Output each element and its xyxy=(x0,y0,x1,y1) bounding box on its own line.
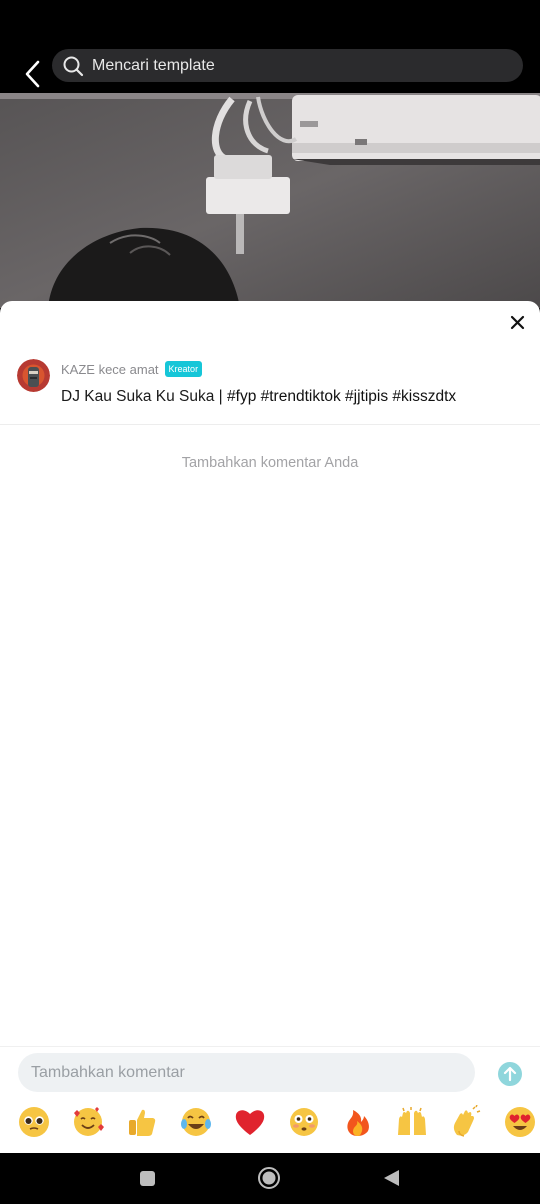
comment-hashtags[interactable]: #fyp #trendtiktok #jjtipis #kisszdtx xyxy=(227,388,456,405)
comment-text: DJ Kau Suka Ku Suka | #fyp #trendtiktok … xyxy=(61,388,456,406)
back-arrow-icon[interactable] xyxy=(18,58,48,90)
empty-comments-hint: Tambahkan komentar Anda xyxy=(181,455,359,471)
creator-badge: Kreator xyxy=(164,361,203,377)
video-preview[interactable] xyxy=(0,93,540,308)
comment-item: KAZE kece amat Kreator DJ Kau Suka Ku Su… xyxy=(0,359,540,425)
fire-emoji[interactable] xyxy=(341,1105,375,1139)
search-bar[interactable]: Mencari template xyxy=(52,49,523,82)
recent-apps-icon[interactable] xyxy=(134,1165,160,1191)
top-bar: Mencari template xyxy=(0,0,540,93)
send-arrow-icon[interactable] xyxy=(498,1062,522,1086)
smiling-face-with-hearts-emoji[interactable] xyxy=(71,1105,105,1139)
red-heart-emoji[interactable] xyxy=(233,1105,267,1139)
back-icon[interactable] xyxy=(378,1165,404,1191)
comments-sheet: KAZE kece amat Kreator DJ Kau Suka Ku Su… xyxy=(0,301,540,1153)
heart-eyes-emoji[interactable] xyxy=(503,1105,537,1139)
search-placeholder: Mencari template xyxy=(92,56,215,74)
home-icon[interactable] xyxy=(256,1165,282,1191)
raising-hands-emoji[interactable] xyxy=(395,1105,429,1139)
avatar[interactable] xyxy=(17,359,50,392)
author-row: KAZE kece amat Kreator xyxy=(61,361,203,377)
tears-of-joy-emoji[interactable] xyxy=(179,1105,213,1139)
emoji-bar xyxy=(0,1104,540,1145)
author-name[interactable]: KAZE kece amat xyxy=(61,362,159,377)
search-icon xyxy=(62,55,84,77)
flushed-face-emoji[interactable] xyxy=(287,1105,321,1139)
pleading-face-emoji[interactable] xyxy=(17,1105,51,1139)
comment-input[interactable] xyxy=(18,1053,475,1092)
clapping-hands-emoji[interactable] xyxy=(449,1104,483,1139)
comment-body: DJ Kau Suka Ku Suka | xyxy=(61,388,228,405)
system-nav-bar xyxy=(0,1153,540,1204)
thumbs-up-emoji[interactable] xyxy=(125,1105,159,1139)
comment-input-bar xyxy=(0,1046,540,1153)
close-icon[interactable] xyxy=(508,311,528,333)
